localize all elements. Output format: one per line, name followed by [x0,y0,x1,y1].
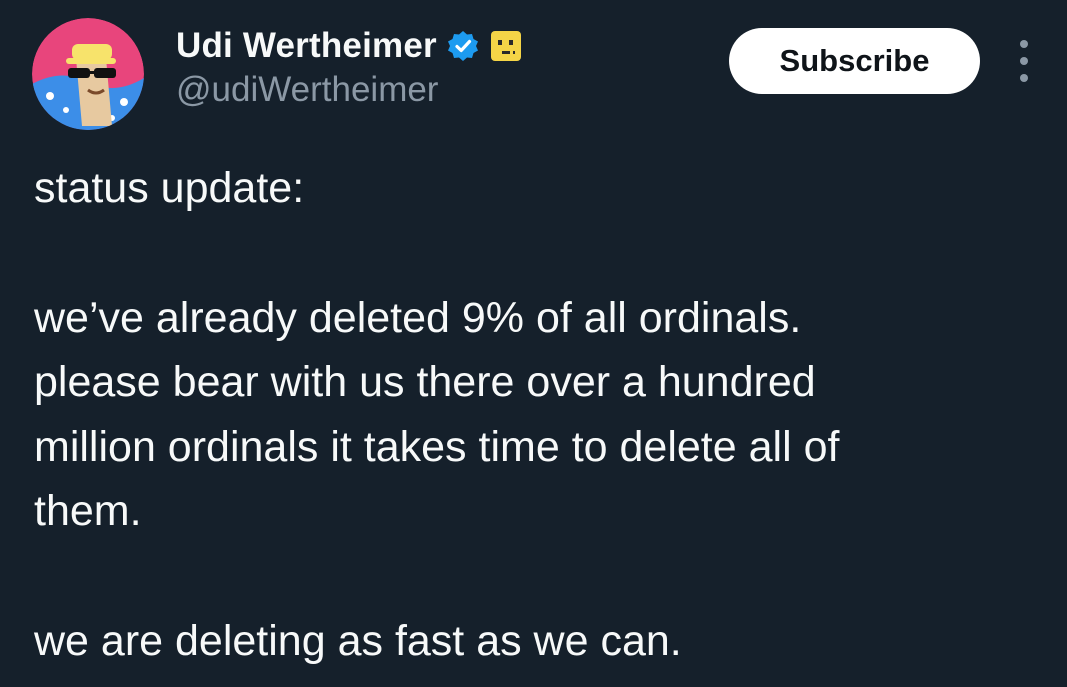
more-dot [1020,40,1028,48]
tweet-card: Udi Wertheimer @udiWertheimer Subscribe … [0,0,1067,687]
cartoon-avatar-icon [32,18,144,130]
more-options-icon[interactable] [1010,40,1038,82]
tweet-line: we’ve already deleted 9% of all ordinals… [34,293,802,342]
tweet-line: status update: [34,164,305,212]
author-handle[interactable]: @udiWertheimer [176,70,438,110]
more-dot [1020,74,1028,82]
tweet-line: please bear with us there over a hundred [34,358,816,406]
tweet-line: million ordinals it takes time to delete… [34,422,840,471]
face-emoji-icon [489,29,523,63]
author-display-name[interactable]: Udi Wertheimer [176,26,437,66]
tweet-text: status update: we’ve already deleted 9% … [34,156,1034,673]
tweet-line: we are deleting as fast as we can. [34,616,682,665]
avatar[interactable] [32,18,144,130]
author-name-row: Udi Wertheimer [176,22,523,70]
tweet-line: them. [34,487,142,535]
subscribe-button[interactable]: Subscribe [729,28,980,94]
verified-badge-icon [447,30,479,62]
more-dot [1020,57,1028,65]
